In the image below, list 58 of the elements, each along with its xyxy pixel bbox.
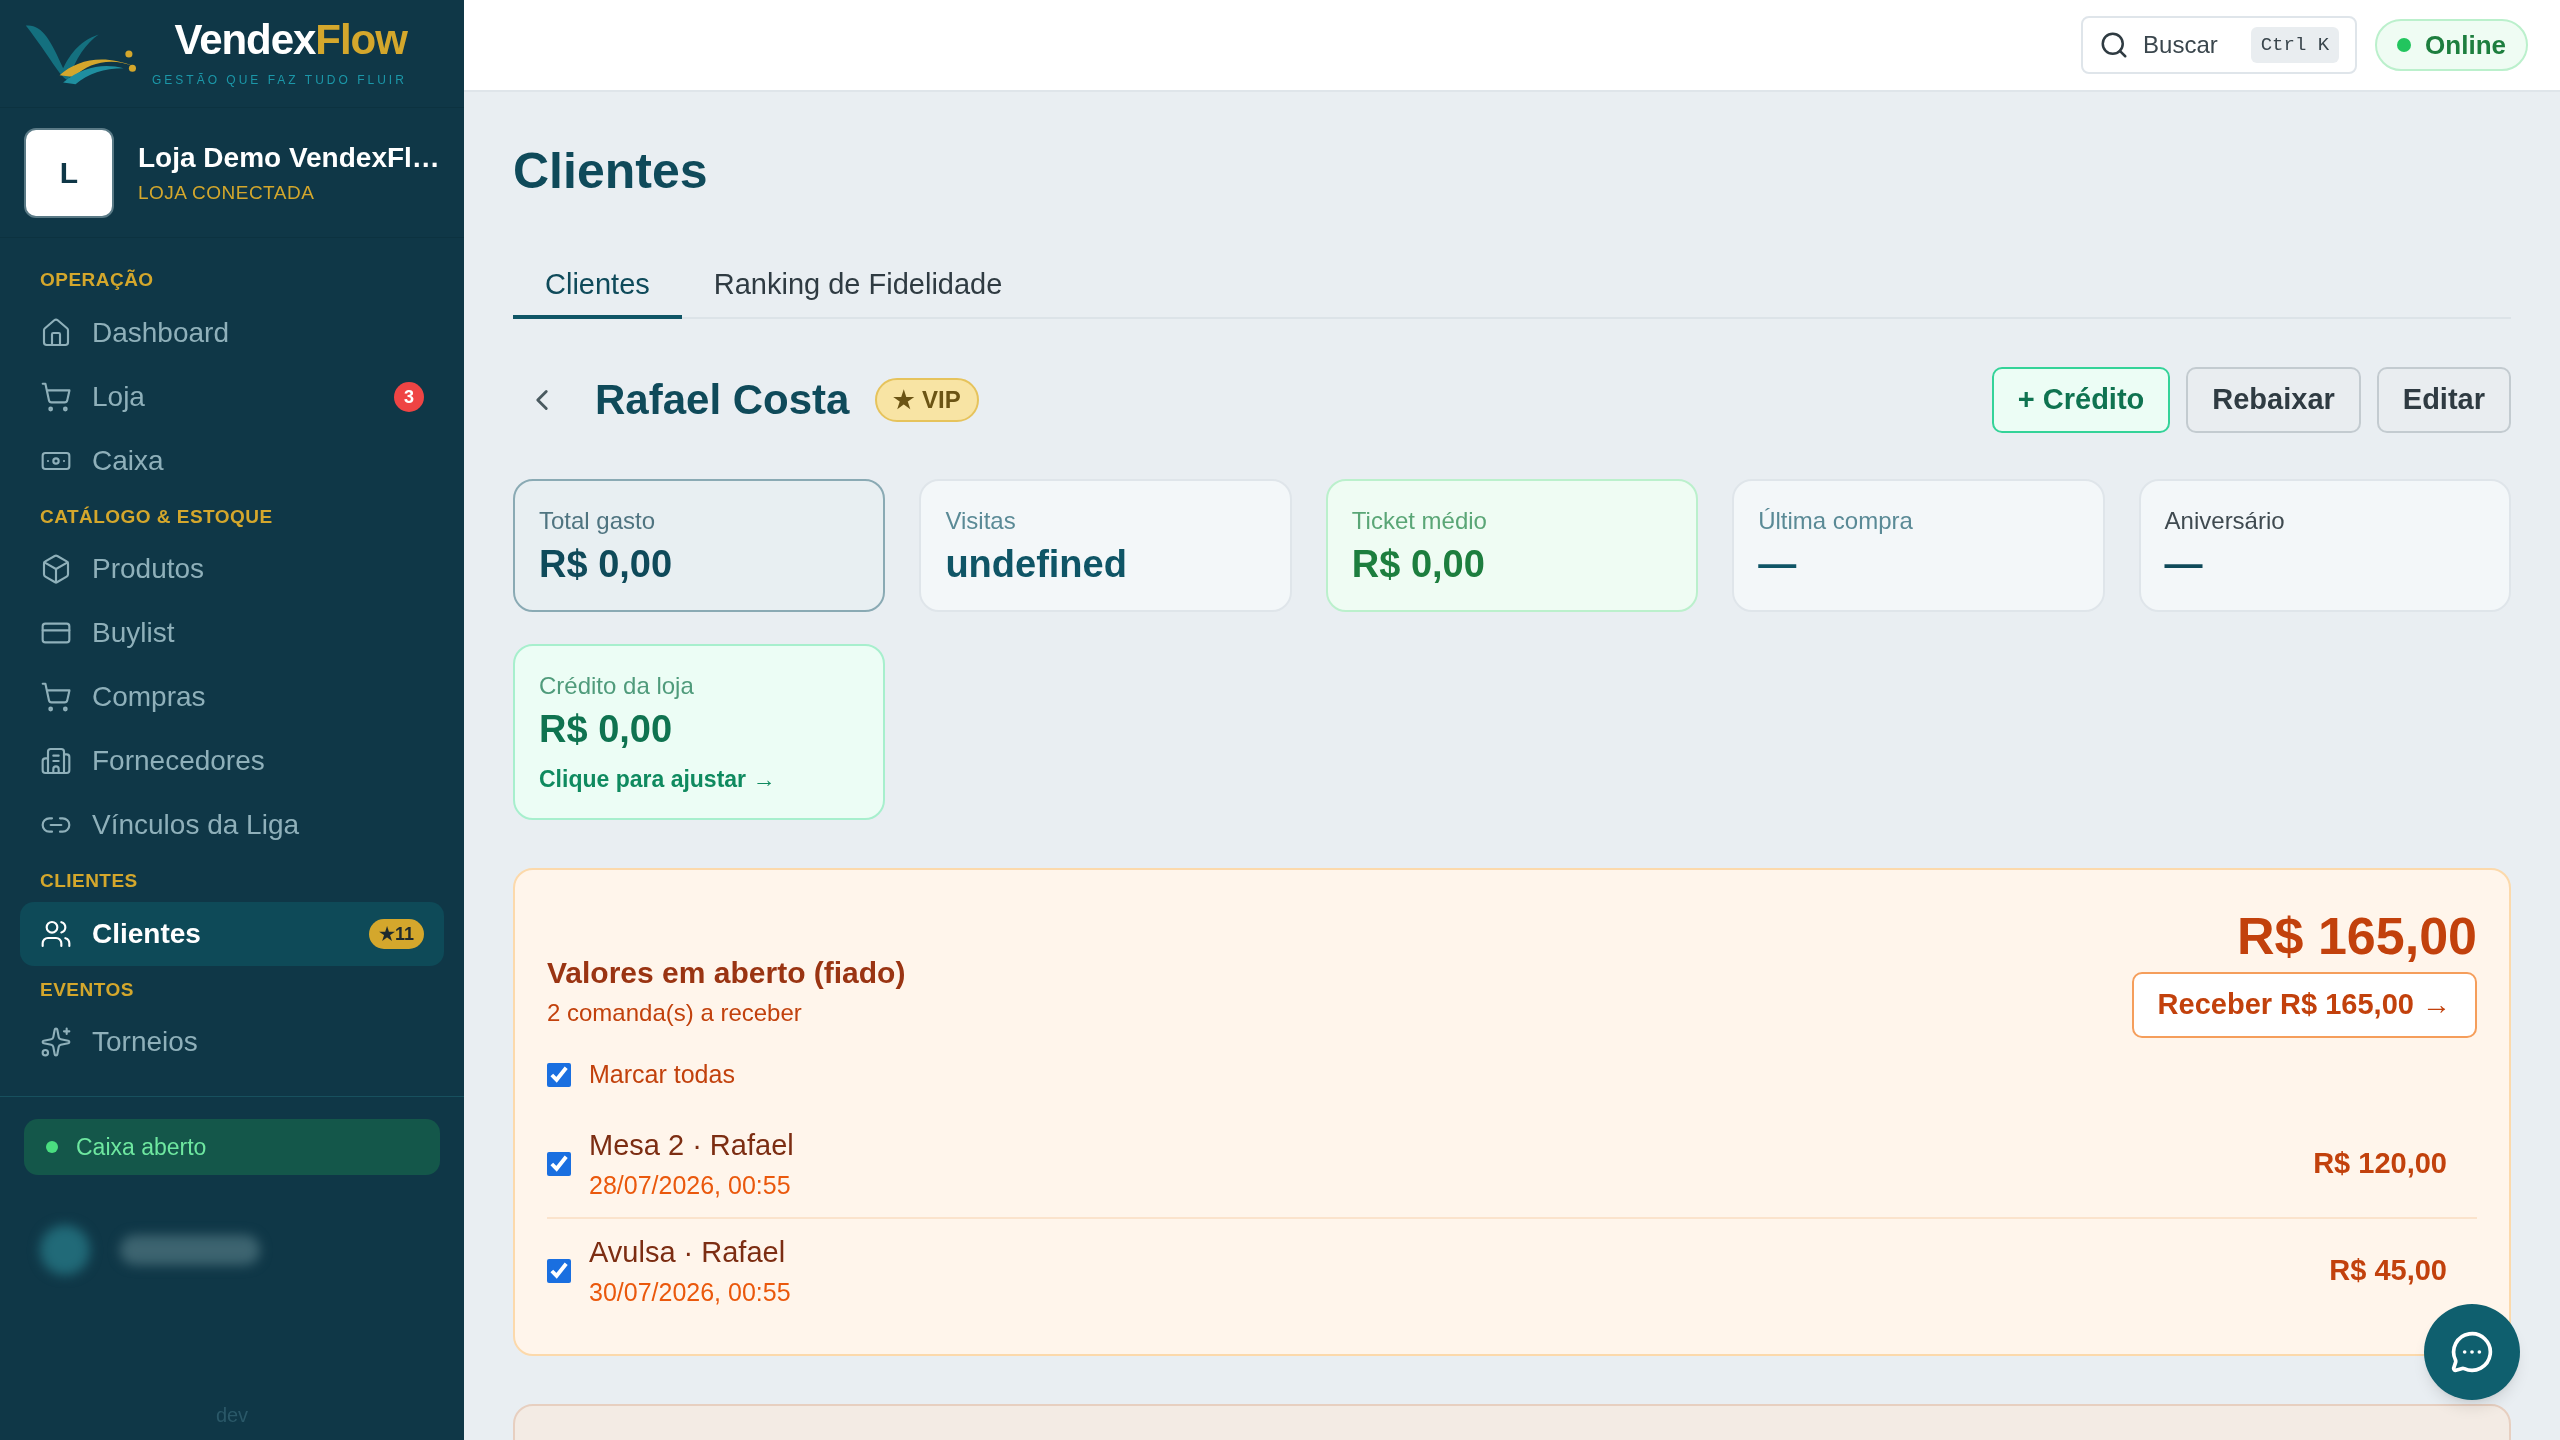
stat-label: Crédito da loja <box>539 671 695 701</box>
action-button[interactable]: + Crédito <box>1991 366 2171 433</box>
order-amount: R$ 45,00 <box>2329 1253 2447 1289</box>
nav-section-heading: OPERAÇÃO <box>39 268 155 292</box>
nav-section-heading: CATÁLOGO & ESTOQUE <box>39 504 274 529</box>
tab[interactable]: Clientes <box>513 254 682 319</box>
brand-tagline: GESTÃO QUE FAZ TUDO FLUIR <box>152 71 407 89</box>
panel-subtitle: 2 comanda(s) a receber <box>547 998 803 1028</box>
adjust-link[interactable]: Clique para ajustar → <box>539 761 860 796</box>
select-all-label: Marcar todas <box>589 1059 735 1090</box>
customer-name: Rafael Costa <box>595 375 850 425</box>
nav-section-heading: CLIENTES <box>39 869 139 893</box>
nav-item[interactable]: Dashboard <box>20 300 444 365</box>
stat-label: Total gasto <box>539 505 657 536</box>
nav-item[interactable]: Loja 3 <box>20 364 444 429</box>
store-avatar: L <box>24 127 114 218</box>
order-date: 30/07/2026, 00:55 <box>589 1277 792 1308</box>
panel-title: Valores em aberto (fiado) <box>547 955 906 991</box>
nav-item[interactable]: Caixa <box>20 428 444 493</box>
stat-label: Ticket médio <box>1351 505 1488 536</box>
brand-name: VendexFlow <box>174 18 407 61</box>
stat-card[interactable]: Crédito da loja R$ 0,00 Clique para ajustar → <box>513 644 886 820</box>
nav-item[interactable]: Buylist <box>20 601 444 665</box>
stat-value: R$ 0,00 <box>1351 541 1486 587</box>
nav-item[interactable]: Torneios <box>20 1010 444 1074</box>
open-total: R$ 165,00 <box>2237 910 2477 962</box>
stat-value: undefined <box>945 541 1128 587</box>
order-date: 28/07/2026, 00:55 <box>589 1170 792 1201</box>
register-status: Caixa aberto <box>24 1119 440 1175</box>
count-badge: ★11 <box>368 918 424 949</box>
count-badge: 3 <box>394 381 424 412</box>
order-name: Mesa 2 · Rafael <box>589 1127 795 1163</box>
connection-status: Online <box>2375 19 2528 71</box>
order-name: Avulsa · Rafael <box>589 1234 787 1270</box>
stat-value: R$ 0,00 <box>539 541 674 587</box>
stat-value: R$ 0,00 <box>539 707 674 752</box>
nav-item[interactable]: Compras <box>20 665 444 729</box>
vip-badge: ★ VIP <box>875 377 979 422</box>
action-button[interactable]: Rebaixar <box>2186 366 2361 433</box>
nav-item[interactable]: Vínculos da Liga <box>20 793 444 857</box>
action-button[interactable]: Editar <box>2376 366 2511 433</box>
receive-button[interactable]: Receber R$ 165,00 → <box>2131 972 2477 1038</box>
store-name: Loja Demo VendexFl… <box>138 141 440 176</box>
nav-item[interactable]: Produtos <box>20 537 444 601</box>
stat-label: Última compra <box>1758 505 1914 536</box>
store-status: LOJA CONECTADA <box>138 181 316 206</box>
nav-section-heading: EVENTOS <box>39 977 135 1002</box>
nav-item[interactable]: Fornecedores <box>20 729 444 793</box>
stat-label: Visitas <box>945 505 1017 536</box>
shortcut-hint: Ctrl K <box>2250 26 2340 64</box>
tab[interactable]: Ranking de Fidelidade <box>681 254 1035 319</box>
stat-label: Aniversário <box>2164 505 2286 536</box>
page-title: Clientes <box>513 142 709 201</box>
search-field[interactable]: Buscar Ctrl K <box>2081 16 2358 74</box>
stat-value: — <box>2164 541 2204 587</box>
stat-value: — <box>1758 541 1798 587</box>
nav-item[interactable]: Clientes ★11 <box>20 901 444 966</box>
order-amount: R$ 120,00 <box>2313 1146 2447 1182</box>
